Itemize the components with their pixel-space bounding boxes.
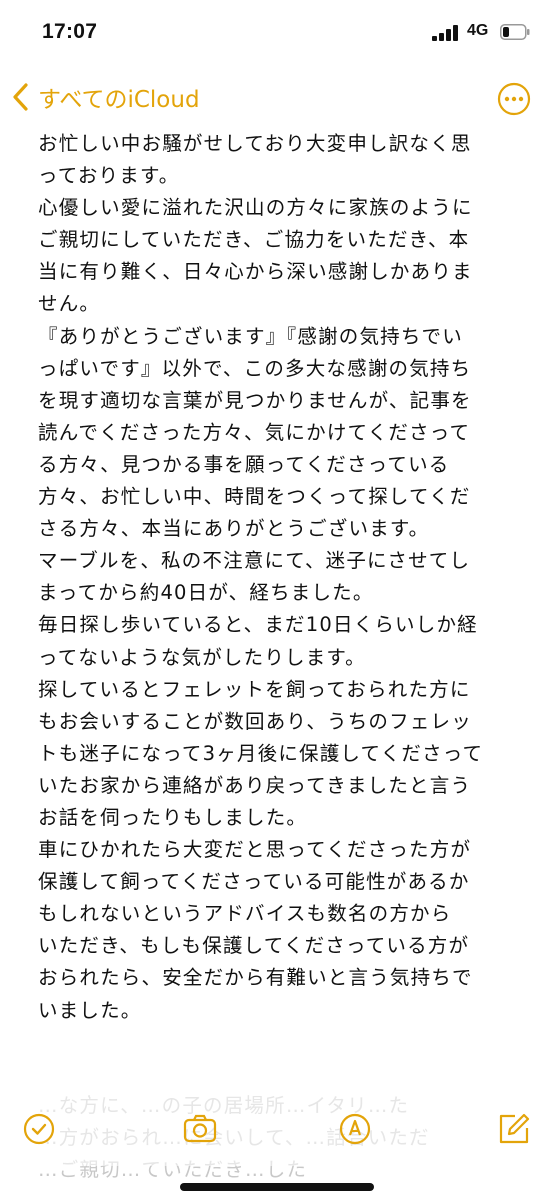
note-line: ってないような気がしたりします。 (38, 645, 366, 669)
signal-strength-icon (432, 25, 458, 41)
note-line: 保護して飼ってくださっている可能性があるか (38, 870, 470, 894)
note-line: 車にひかれたら大変だと思ってくださった方が (38, 838, 472, 862)
note-line: もしれないというアドバイスも数名の方から (38, 902, 452, 926)
note-line: せん。 (38, 292, 101, 316)
camera-icon[interactable] (183, 1112, 217, 1146)
compose-icon[interactable] (497, 1112, 531, 1146)
bottom-toolbar (0, 1096, 554, 1166)
note-line: おられたら、安全だから有難いと言う気持ちで (38, 966, 473, 990)
note-line: 『ありがとうございます』『感謝の気持ちでい (38, 324, 463, 348)
status-bar: 17:07 4G (0, 0, 554, 66)
checklist-icon[interactable] (22, 1112, 56, 1146)
nav-bar: すべてのiCloud (0, 66, 554, 128)
back-button-label: すべてのiCloud (38, 87, 200, 113)
markup-pen-icon[interactable] (338, 1112, 372, 1146)
note-line: お話を伺ったりもしました。 (38, 805, 308, 829)
note-line: を現す適切な言葉が見つかりませんが、記事を (38, 388, 472, 412)
note-line: トも迷子になって3ヶ月後に保護してくださって (38, 741, 484, 765)
note-line: 探しているとフェレットを飼っておられた方に (38, 677, 471, 701)
note-line: る方々、見つかる事を願ってくださっている (38, 452, 450, 476)
note-line: っぱいです』以外で、この多大な感謝の気持ち (38, 356, 472, 380)
note-line: 当に有り難く、日々心から深い感謝しかありま (38, 260, 473, 284)
status-time: 17:07 (42, 20, 98, 43)
note-line: 方々、お忙しい中、時間をつくって探してくだ (38, 485, 471, 509)
note-line: お忙しい中お騒がせしており大変申し訳なく思 (38, 132, 472, 155)
note-body[interactable]: お忙しい中お騒がせしており大変申し訳なく思 っております。心優しい愛に溢れた沢山の… (38, 128, 528, 1120)
home-indicator (180, 1183, 374, 1191)
note-line: まってから約40日が、経ちました。 (38, 581, 374, 605)
more-options-icon[interactable] (497, 82, 531, 116)
note-line: 毎日探し歩いていると、まだ10日くらいしか経 (38, 613, 478, 637)
battery-icon (500, 24, 530, 40)
network-type: 4G (467, 22, 489, 39)
note-line: いたお家から連絡があり戻ってきましたと言う (38, 773, 472, 797)
note-line: 心優しい愛に溢れた沢山の方々に家族のように (38, 196, 473, 220)
note-line: 読んでくださった方々、気にかけてくださって (38, 420, 471, 444)
note-line: いただき、もしも保護してくださっている方が (38, 934, 470, 958)
back-button[interactable]: すべてのiCloud (10, 80, 200, 114)
note-line: もお会いすることが数回あり、うちのフェレッ (38, 709, 472, 733)
note-line: マーブルを、私の不注意にて、迷子にさせてし (38, 549, 471, 573)
note-line: っております。 (38, 164, 180, 188)
note-line: いました。 (38, 998, 142, 1022)
note-line: さる方々、本当にありがとうございます。 (38, 517, 430, 541)
note-line: ご親切にしていただき、ご協力をいただき、本 (38, 228, 470, 252)
chevron-left-icon (13, 83, 28, 111)
